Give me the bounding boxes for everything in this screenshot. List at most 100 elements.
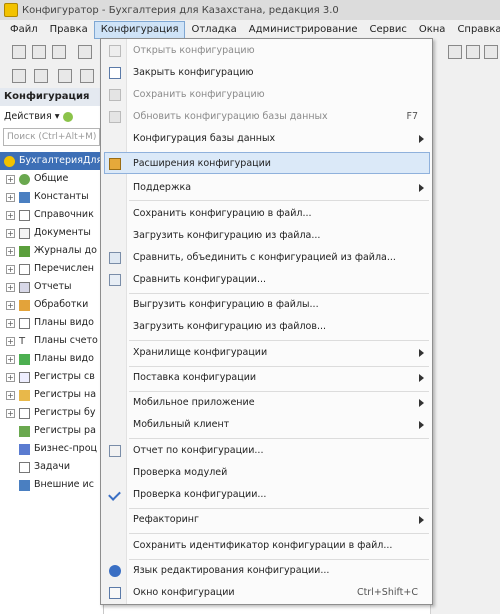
- tool-icon-2[interactable]: [34, 69, 48, 83]
- expand-icon[interactable]: +: [6, 174, 15, 184]
- menu-item-open-config[interactable]: Открыть конфигурацию: [101, 40, 432, 62]
- accum-registers-icon: [19, 389, 30, 401]
- menu-windows[interactable]: Окна: [413, 21, 452, 39]
- journals-icon: [19, 245, 30, 257]
- menu-item-compare-merge[interactable]: Сравнить, объединить с конфигурацией из …: [101, 247, 432, 269]
- tree-item-journals[interactable]: + Журналы до: [0, 242, 103, 260]
- menu-item-label: Окно конфигурации: [133, 587, 235, 598]
- menu-item-save-config[interactable]: Сохранить конфигурацию: [101, 84, 432, 106]
- menu-item-distribution[interactable]: Поставка конфигурации: [101, 367, 432, 389]
- menu-item-import-files[interactable]: Загрузить конфигурацию из файлов...: [101, 316, 432, 338]
- expand-icon[interactable]: +: [6, 282, 15, 292]
- tree-label: Задачи: [34, 461, 71, 472]
- expand-icon[interactable]: +: [6, 264, 15, 274]
- menu-configuration[interactable]: Конфигурация: [93, 21, 186, 39]
- submenu-arrow-icon: [419, 399, 424, 407]
- tree-item-calc-types[interactable]: + Планы видо: [0, 350, 103, 368]
- expand-icon[interactable]: +: [6, 318, 15, 328]
- tool-icon-3[interactable]: [58, 69, 72, 83]
- menu-item-config-window[interactable]: Окно конфигурации Ctrl+Shift+C: [101, 582, 432, 604]
- tree-item-tasks[interactable]: Задачи: [0, 458, 103, 476]
- tree-label: Отчеты: [34, 281, 72, 292]
- menu-item-mobile-client[interactable]: Мобильный клиент: [101, 414, 432, 436]
- expand-icon[interactable]: +: [6, 246, 15, 256]
- separator: [129, 340, 429, 341]
- constants-icon: [19, 191, 30, 203]
- tree-item-info-registers[interactable]: + Регистры св: [0, 368, 103, 386]
- menu-help[interactable]: Справка: [451, 21, 500, 39]
- menu-item-refactoring[interactable]: Рефакторинг: [101, 509, 432, 531]
- menu-administration[interactable]: Администрирование: [243, 21, 364, 39]
- tree-item-processing[interactable]: + Обработки: [0, 296, 103, 314]
- menu-item-load-from-file[interactable]: Загрузить конфигурацию из файла...: [101, 225, 432, 247]
- check-icon: [108, 488, 121, 501]
- menu-item-update-db[interactable]: Обновить конфигурацию базы данных F7: [101, 106, 432, 128]
- menu-item-export-files[interactable]: Выгрузить конфигурацию в файлы...: [101, 294, 432, 316]
- window-icon[interactable]: [484, 45, 498, 59]
- menu-item-extensions[interactable]: Расширения конфигурации: [104, 152, 430, 174]
- menu-item-edit-language[interactable]: Язык редактирования конфигурации...: [101, 560, 432, 582]
- nav-forward-icon[interactable]: [466, 45, 480, 59]
- tree-item-accum-registers[interactable]: + Регистры на: [0, 386, 103, 404]
- menu-item-close-config[interactable]: Закрыть конфигурацию: [101, 62, 432, 84]
- tree-item-char-types[interactable]: + Планы видо: [0, 314, 103, 332]
- menu-service[interactable]: Сервис: [363, 21, 412, 39]
- menu-debug[interactable]: Отладка: [185, 21, 242, 39]
- window-title: Конфигуратор - Бухгалтерия для Казахстан…: [22, 4, 339, 16]
- cut-icon[interactable]: [78, 45, 92, 59]
- menu-item-save-id[interactable]: Сохранить идентификатор конфигурации в ф…: [101, 535, 432, 557]
- search-input[interactable]: Поиск (Ctrl+Alt+M): [3, 128, 100, 146]
- menu-item-support[interactable]: Поддержка: [101, 177, 432, 199]
- reports-icon: [19, 281, 30, 293]
- separator: [129, 200, 429, 201]
- menu-item-compare[interactable]: Сравнить конфигурации...: [101, 269, 432, 291]
- menu-item-label: Проверка конфигурации...: [133, 489, 267, 500]
- menu-item-db-config[interactable]: Конфигурация базы данных: [101, 128, 432, 150]
- tree-item-business-processes[interactable]: Бизнес-проц: [0, 440, 103, 458]
- tree-item-common[interactable]: + Общие: [0, 170, 103, 188]
- menu-item-label: Поддержка: [133, 182, 192, 193]
- save-icon[interactable]: [52, 45, 66, 59]
- menu-item-module-check[interactable]: Проверка модулей: [101, 462, 432, 484]
- accounting-registers-icon: [19, 407, 30, 419]
- info-registers-icon: [19, 371, 30, 383]
- menu-item-repository[interactable]: Хранилище конфигурации: [101, 342, 432, 364]
- menu-item-config-report[interactable]: Отчет по конфигурации...: [101, 440, 432, 462]
- menu-item-label: Проверка модулей: [133, 467, 228, 478]
- tree-item-catalogs[interactable]: + Справочник: [0, 206, 103, 224]
- menu-item-mobile-app[interactable]: Мобильное приложение: [101, 392, 432, 414]
- menu-item-config-check[interactable]: Проверка конфигурации...: [101, 484, 432, 506]
- tree-item-documents[interactable]: + Документы: [0, 224, 103, 242]
- expand-icon[interactable]: +: [6, 408, 15, 418]
- tool-icon-4[interactable]: [80, 69, 94, 83]
- add-icon[interactable]: [63, 112, 74, 122]
- expand-icon[interactable]: +: [6, 210, 15, 220]
- menu-item-save-to-file[interactable]: Сохранить конфигурацию в файл...: [101, 203, 432, 225]
- expand-icon[interactable]: +: [6, 300, 15, 310]
- expand-icon[interactable]: +: [6, 372, 15, 382]
- actions-button[interactable]: Действия ▾: [4, 106, 59, 128]
- expand-icon[interactable]: +: [6, 192, 15, 202]
- tree-root[interactable]: БухгалтерияДля: [0, 152, 103, 170]
- tool-icon-1[interactable]: [12, 69, 26, 83]
- expand-icon[interactable]: +: [6, 336, 15, 346]
- tree-item-charts-of-accounts[interactable]: + Т Планы счето: [0, 332, 103, 350]
- tree-label: Справочник: [34, 209, 94, 220]
- new-file-icon[interactable]: [12, 45, 26, 59]
- menu-edit[interactable]: Правка: [44, 21, 94, 39]
- tree-item-enums[interactable]: + Перечислен: [0, 260, 103, 278]
- tree-item-constants[interactable]: + Константы: [0, 188, 103, 206]
- menu-file[interactable]: Файл: [4, 21, 44, 39]
- expand-icon[interactable]: +: [6, 390, 15, 400]
- tree-item-external-sources[interactable]: Внешние ис: [0, 476, 103, 494]
- nav-back-icon[interactable]: [448, 45, 462, 59]
- configuration-panel: Конфигурация Действия ▾ Поиск (Ctrl+Alt+…: [0, 88, 104, 614]
- expand-icon[interactable]: +: [6, 228, 15, 238]
- tree-item-calc-registers[interactable]: Регистры ра: [0, 422, 103, 440]
- expand-icon[interactable]: +: [6, 354, 15, 364]
- tree-item-accounting-registers[interactable]: + Регистры бу: [0, 404, 103, 422]
- save-config-icon: [109, 89, 121, 101]
- tree-item-reports[interactable]: + Отчеты: [0, 278, 103, 296]
- submenu-arrow-icon: [419, 516, 424, 524]
- open-file-icon[interactable]: [32, 45, 46, 59]
